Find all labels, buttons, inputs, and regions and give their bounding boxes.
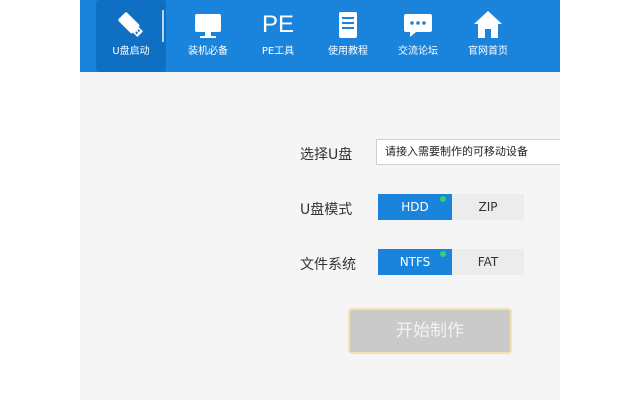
start-make-button[interactable]: 开始制作 [348, 308, 512, 354]
select-usb-label: 选择U盘 [300, 147, 353, 163]
selected-indicator [440, 196, 446, 202]
usb-device-select[interactable]: 请接入需要制作的可移动设备 [376, 139, 560, 165]
chat-bubble-icon [404, 14, 432, 37]
nav-label: 使用教程 [328, 46, 368, 57]
nav-label: PE工具 [261, 46, 295, 57]
nav-label: 官网首页 [468, 46, 508, 57]
nav-install-essentials[interactable]: 装机必备 [173, 0, 243, 72]
nav-tutorials[interactable]: 使用教程 [313, 0, 383, 72]
top-navigation-bar: U盘启动 装机必备 PE PE工具 使用教程 交流论坛 官网首页 [80, 0, 560, 72]
nav-usb-boot[interactable]: U盘启动 [96, 0, 166, 72]
nav-label: 装机必备 [188, 46, 228, 57]
nav-label: 交流论坛 [398, 46, 438, 57]
nav-forum[interactable]: 交流论坛 [383, 0, 453, 72]
nav-divider [162, 10, 164, 42]
file-system-label: 文件系统 [300, 257, 356, 273]
nav-label: U盘启动 [112, 46, 150, 57]
monitor-icon [195, 14, 221, 38]
book-icon [339, 12, 357, 38]
home-icon [474, 11, 502, 38]
mode-zip-button[interactable]: ZIP [452, 194, 524, 220]
nav-pe-tools[interactable]: PE PE工具 [243, 0, 313, 72]
pe-text-icon: PE [261, 11, 294, 38]
usb-mode-label: U盘模式 [300, 202, 353, 218]
fs-fat-button[interactable]: FAT [452, 249, 524, 275]
app-window: U盘启动 装机必备 PE PE工具 使用教程 交流论坛 官网首页 选择U盘 请接… [80, 0, 560, 400]
usb-drive-icon [118, 12, 144, 38]
selected-indicator [440, 251, 446, 257]
nav-home[interactable]: 官网首页 [453, 0, 523, 72]
